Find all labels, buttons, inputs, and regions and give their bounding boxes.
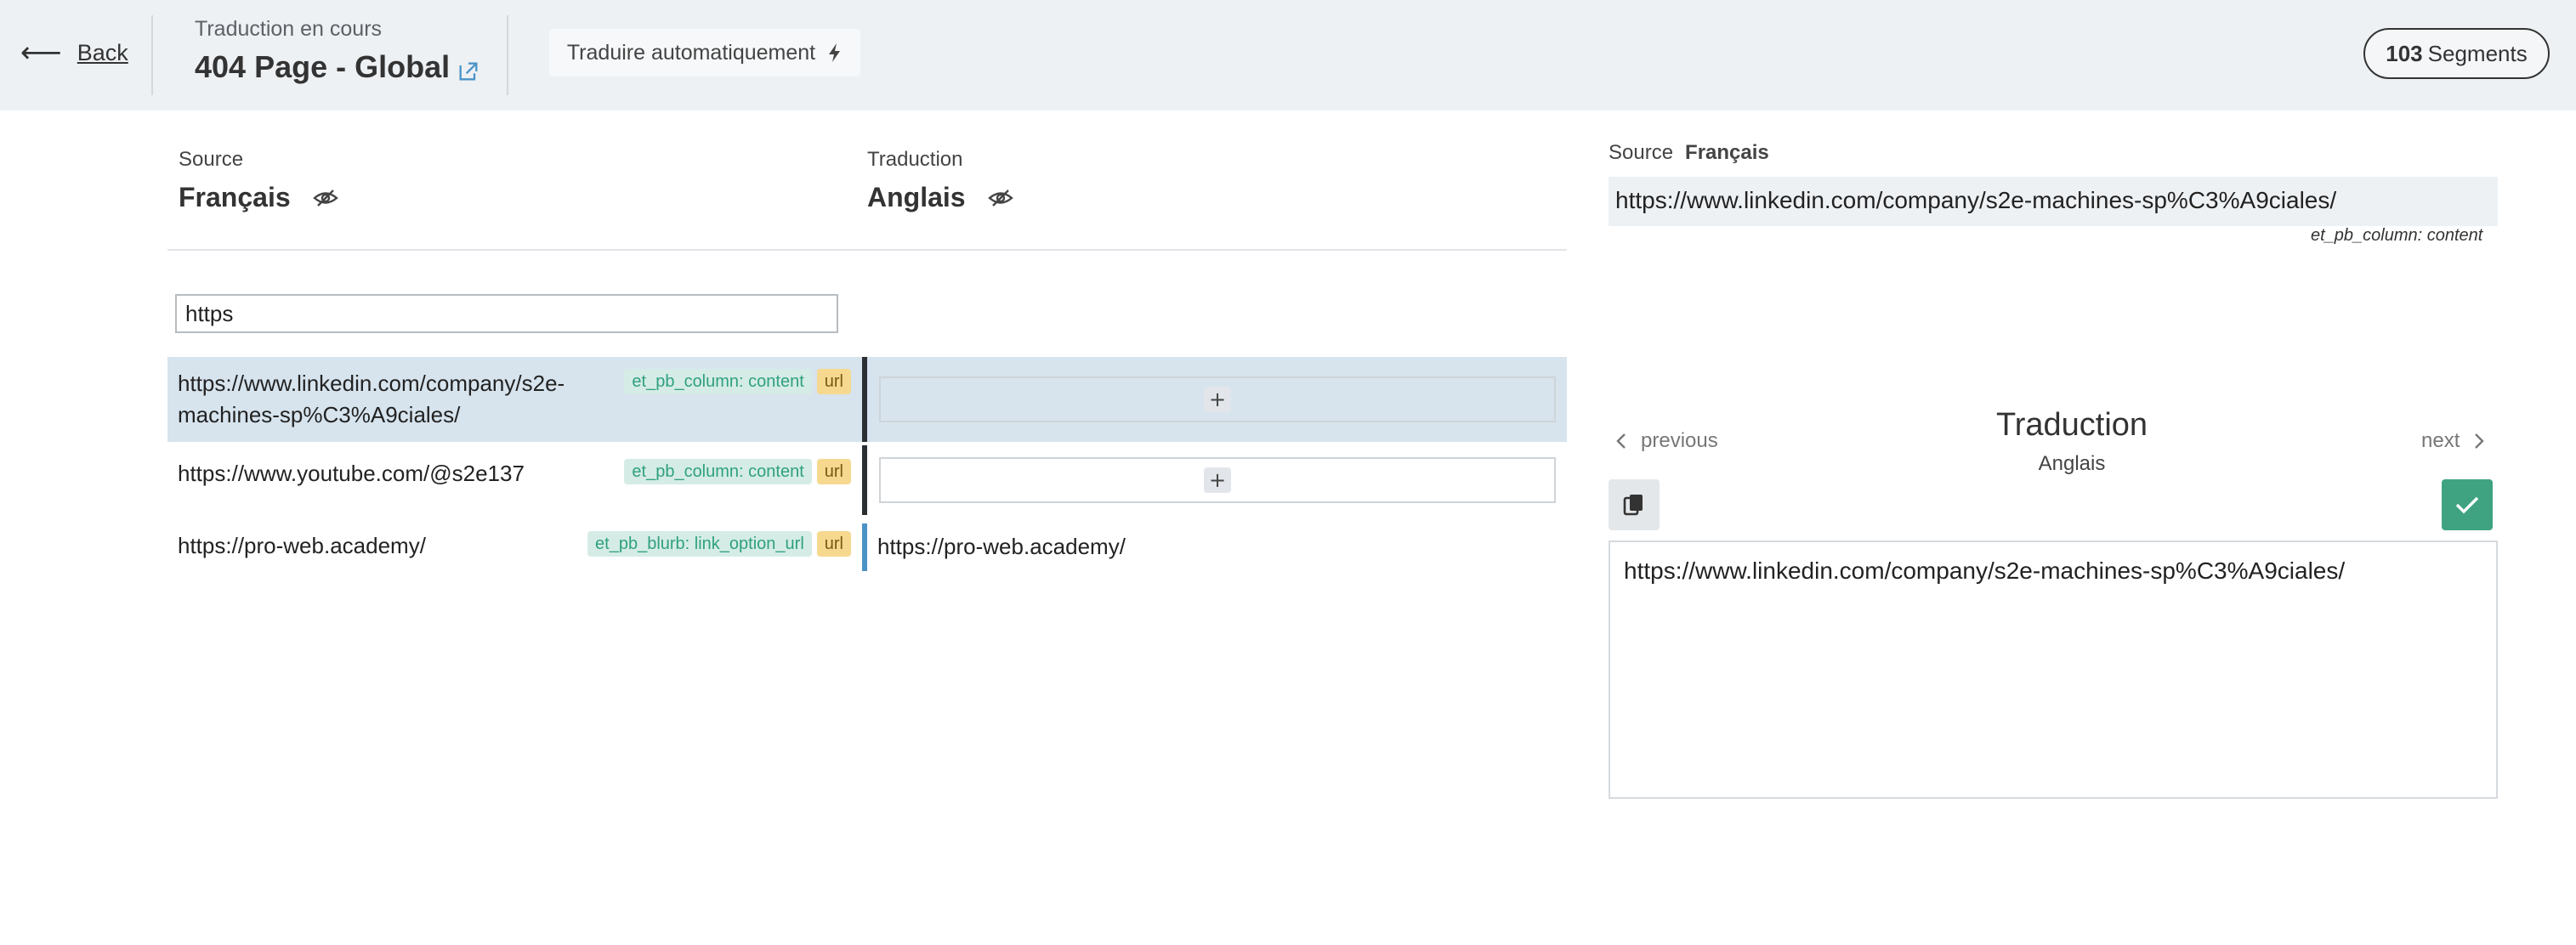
row-status-bar	[862, 357, 867, 442]
plus-icon[interactable]: +	[1204, 387, 1231, 412]
segment-row[interactable]: https://www.youtube.com/@s2e137 et_pb_co…	[167, 445, 1567, 515]
segment-source-line: machines-sp%C3%A9ciales/	[178, 402, 461, 427]
segment-source-text[interactable]: https://pro-web.academy/	[178, 530, 426, 562]
type-tag: url	[816, 531, 851, 557]
page-title-text: 404 Page - Global	[195, 49, 451, 84]
editor-title: Traduction	[1995, 407, 2148, 443]
chevron-left-icon	[1616, 433, 1626, 449]
add-translation-box[interactable]: +	[879, 376, 1556, 422]
segment-source-line: https://www.linkedin.com/company/s2e-	[178, 371, 565, 396]
segment-source-text[interactable]: https://www.linkedin.com/company/s2e- ma…	[178, 368, 565, 431]
target-language: Anglais	[867, 182, 966, 212]
segment-translation-text[interactable]: https://pro-web.academy/	[877, 534, 1126, 560]
next-segment-link[interactable]: next	[2421, 429, 2485, 453]
copy-source-button[interactable]	[1609, 479, 1660, 530]
arrow-left-icon: ⟵	[20, 36, 62, 70]
target-language-heading: Traduction Anglais	[867, 148, 1013, 213]
source-heading-label: Source	[179, 148, 244, 171]
eye-slash-icon[interactable]	[987, 189, 1013, 207]
segment-tags: et_pb_blurb: link_option_url url	[587, 531, 851, 557]
previous-segment-link[interactable]: previous	[1615, 429, 1718, 453]
plus-icon[interactable]: +	[1204, 467, 1231, 493]
next-label: next	[2421, 429, 2460, 452]
editor-source-language: Français	[1685, 141, 1769, 164]
header-divider	[151, 15, 153, 95]
top-bar: ⟵ Back Traduction en cours 404 Page - Gl…	[0, 0, 2576, 110]
segments-count: 103	[2386, 40, 2423, 66]
source-language: Français	[179, 182, 291, 212]
editor-language: Anglais	[2038, 452, 2106, 475]
chevron-right-icon	[2475, 433, 2485, 449]
segments-count-badge[interactable]: 103 Segments	[2363, 28, 2550, 79]
type-tag: url	[816, 459, 851, 484]
document-status: Traduction en cours	[195, 17, 383, 41]
auto-translate-button[interactable]: Traduire automatiquement	[549, 29, 860, 76]
segment-row[interactable]: https://pro-web.academy/ et_pb_blurb: li…	[167, 520, 1567, 571]
external-link-icon[interactable]	[457, 59, 480, 83]
previous-label: previous	[1641, 429, 1718, 452]
page-title: 404 Page - Global	[195, 49, 480, 85]
copy-icon	[1623, 495, 1643, 516]
row-status-bar	[862, 523, 867, 571]
check-icon	[2455, 496, 2479, 514]
field-tag: et_pb_column: content	[624, 369, 812, 394]
bolt-icon	[829, 43, 841, 62]
validate-button[interactable]	[2442, 479, 2493, 530]
segment-tags: et_pb_column: content url	[624, 369, 851, 394]
editor-field-name: et_pb_column: content	[2311, 226, 2483, 245]
filter-input[interactable]	[175, 294, 838, 333]
editor-source-label: Source Français	[1609, 141, 1769, 165]
type-tag: url	[816, 369, 851, 394]
eye-slash-icon[interactable]	[312, 189, 338, 207]
editor-source-text: https://www.linkedin.com/company/s2e-mac…	[1609, 177, 2498, 226]
source-language-heading: Source Français	[179, 148, 338, 213]
back-label: Back	[77, 40, 128, 65]
back-link[interactable]: ⟵ Back	[20, 34, 128, 71]
row-status-bar	[862, 445, 867, 515]
segment-source-text[interactable]: https://www.youtube.com/@s2e137	[178, 458, 525, 489]
target-heading-label: Traduction	[867, 148, 963, 171]
section-divider	[167, 249, 1567, 251]
field-tag: et_pb_column: content	[624, 459, 812, 484]
auto-translate-label: Traduire automatiquement	[566, 40, 816, 65]
segment-row[interactable]: https://www.linkedin.com/company/s2e- ma…	[167, 357, 1567, 442]
header-divider	[507, 15, 508, 95]
editor-source-label-text: Source	[1609, 141, 1674, 164]
segments-label: Segments	[2427, 40, 2528, 66]
segment-tags: et_pb_column: content url	[624, 459, 851, 484]
field-tag: et_pb_blurb: link_option_url	[587, 531, 812, 557]
translation-editor[interactable]: https://www.linkedin.com/company/s2e-mac…	[1609, 540, 2498, 799]
add-translation-box[interactable]: +	[879, 457, 1556, 503]
